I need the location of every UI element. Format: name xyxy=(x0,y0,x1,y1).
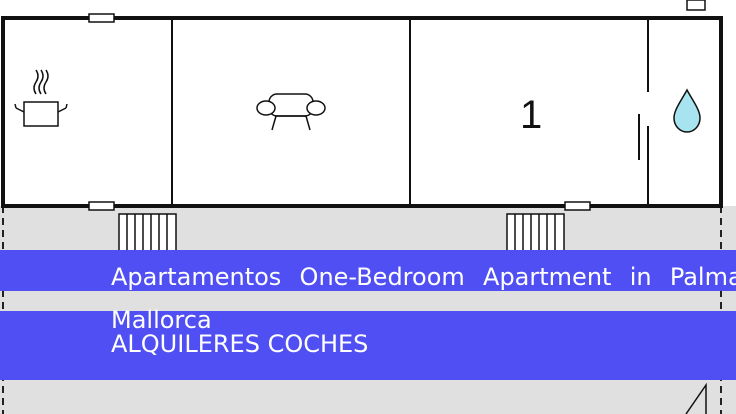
listing-title: Apartamentos One-Bedroom Apartment in Pa… xyxy=(111,262,736,292)
stairs-icon xyxy=(118,213,177,253)
title-word: in xyxy=(629,263,652,291)
stairs-icon xyxy=(506,213,565,253)
window-icon xyxy=(88,201,115,211)
title-word: Palma xyxy=(669,263,736,291)
listing-preview: 1 Apartamentos One-Bedroom Apartment in … xyxy=(0,0,736,414)
title-word: Apartment xyxy=(483,263,612,291)
window-icon xyxy=(88,13,115,23)
title-word: One-Bedroom xyxy=(299,263,465,291)
window-icon xyxy=(564,201,591,211)
building-outline xyxy=(1,16,723,208)
room-number: 1 xyxy=(520,93,542,137)
title-word: Apartamentos xyxy=(111,263,282,291)
listing-subtitle: ALQUILERES COCHES xyxy=(111,330,369,358)
window-icon xyxy=(686,0,706,11)
